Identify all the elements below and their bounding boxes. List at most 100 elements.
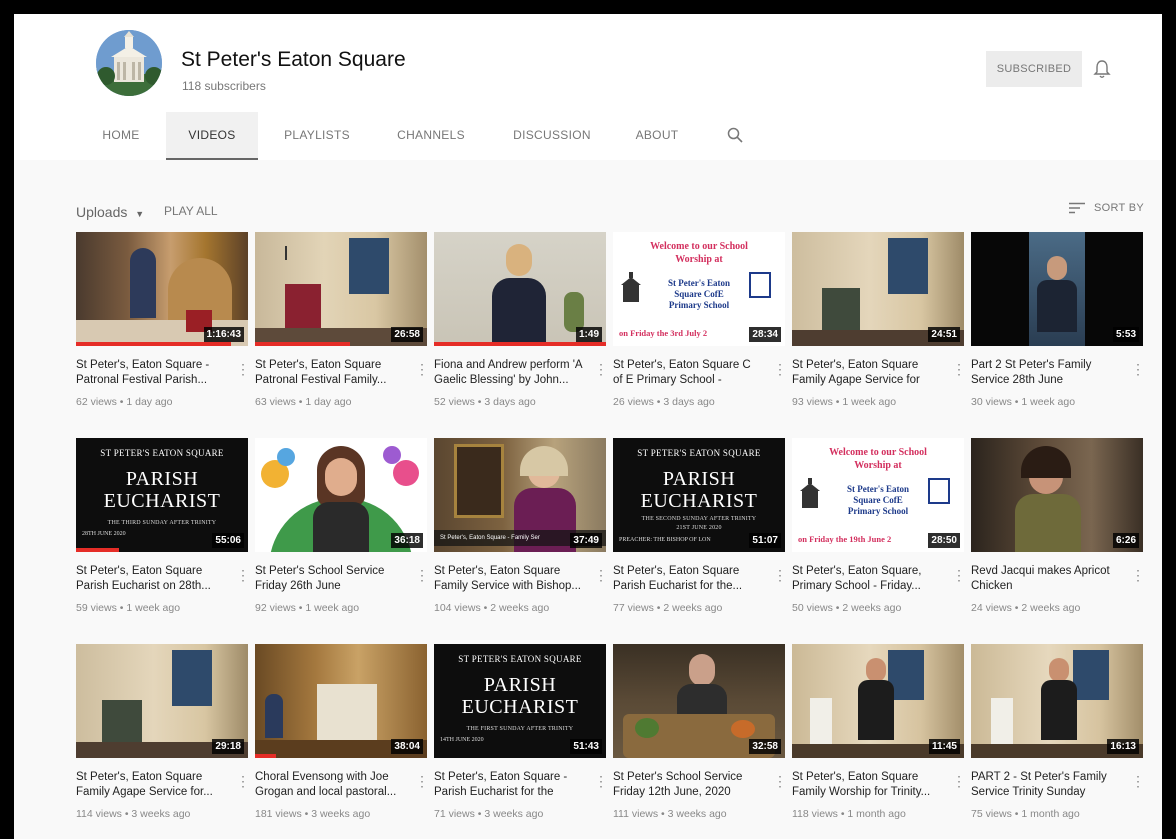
video-title[interactable]: St Peter's, Eaton Square Family Agape Se… (76, 770, 226, 800)
more-actions-icon[interactable]: ⋮ (952, 772, 966, 792)
video-thumbnail[interactable]: 5:53 (971, 232, 1143, 346)
video-card[interactable]: St Peter's, Eaton Square - Family Ser 37… (434, 438, 608, 638)
video-card[interactable]: Welcome to our School Worship at St Pete… (613, 232, 787, 432)
video-thumbnail[interactable]: Welcome to our School Worship at St Pete… (613, 232, 785, 346)
video-card[interactable]: 29:18 St Peter's, Eaton Square Family Ag… (76, 644, 250, 839)
video-card[interactable]: ST PETER'S EATON SQUARE PARISH EUCHARIST… (76, 438, 250, 638)
video-card[interactable]: 26:58 St Peter's, Eaton Square Patronal … (255, 232, 429, 432)
subscribed-button[interactable]: SUBSCRIBED (986, 51, 1082, 87)
video-card[interactable]: 1:16:43 St Peter's, Eaton Square - Patro… (76, 232, 250, 432)
video-title[interactable]: St Peter's, Eaton Square Family Service … (434, 564, 584, 594)
video-thumbnail[interactable]: 1:49 (434, 232, 606, 346)
tab-videos[interactable]: VIDEOS (166, 112, 258, 160)
video-card[interactable]: 11:45 St Peter's, Eaton Square Family Wo… (792, 644, 966, 839)
video-card[interactable]: 36:18 St Peter's School Service Friday 2… (255, 438, 429, 638)
video-meta: 63 views • 1 day ago (255, 396, 352, 408)
video-card[interactable]: ST PETER'S EATON SQUARE PARISH EUCHARIST… (613, 438, 787, 638)
notification-bell-icon[interactable] (1092, 58, 1112, 80)
video-title[interactable]: PART 2 - St Peter's Family Service Trini… (971, 770, 1121, 800)
video-title[interactable]: St Peter's, Eaton Square Patronal Festiv… (255, 358, 405, 388)
video-card[interactable]: 16:13 PART 2 - St Peter's Family Service… (971, 644, 1145, 839)
more-actions-icon[interactable]: ⋮ (236, 566, 250, 586)
video-title[interactable]: St Peter's, Eaton Square - Parish Euchar… (434, 770, 584, 800)
more-actions-icon[interactable]: ⋮ (594, 566, 608, 586)
video-title[interactable]: Part 2 St Peter's Family Service 28th Ju… (971, 358, 1121, 388)
video-card[interactable]: Welcome to our School Worship at St Pete… (792, 438, 966, 638)
more-actions-icon[interactable]: ⋮ (952, 360, 966, 380)
church-icon (800, 478, 820, 508)
more-actions-icon[interactable]: ⋮ (1131, 772, 1145, 792)
video-card[interactable]: 6:26 Revd Jacqui makes Apricot Chicken 2… (971, 438, 1145, 638)
more-actions-icon[interactable]: ⋮ (236, 360, 250, 380)
video-thumbnail[interactable]: St Peter's, Eaton Square - Family Ser 37… (434, 438, 606, 552)
duration-badge: 1:49 (575, 327, 602, 342)
video-card[interactable]: 5:53 Part 2 St Peter's Family Service 28… (971, 232, 1145, 432)
tab-about[interactable]: ABOUT (626, 112, 688, 160)
video-thumbnail[interactable]: 11:45 (792, 644, 964, 758)
video-meta: 30 views • 1 week ago (971, 396, 1076, 408)
video-thumbnail[interactable]: 1:16:43 (76, 232, 248, 346)
more-actions-icon[interactable]: ⋮ (1131, 360, 1145, 380)
video-thumbnail[interactable]: 32:58 (613, 644, 785, 758)
video-thumbnail[interactable]: 29:18 (76, 644, 248, 758)
more-actions-icon[interactable]: ⋮ (594, 772, 608, 792)
more-actions-icon[interactable]: ⋮ (773, 360, 787, 380)
video-title[interactable]: Choral Evensong with Joe Grogan and loca… (255, 770, 405, 800)
channel-search-icon[interactable] (726, 126, 744, 144)
video-title[interactable]: Revd Jacqui makes Apricot Chicken (971, 564, 1121, 594)
video-thumbnail[interactable]: 38:04 (255, 644, 427, 758)
video-card[interactable]: 24:51 St Peter's, Eaton Square Family Ag… (792, 232, 966, 432)
eucharist-word: EUCHARIST (103, 490, 221, 512)
tab-playlists[interactable]: PLAYLISTS (270, 112, 364, 160)
more-actions-icon[interactable]: ⋮ (952, 566, 966, 586)
uploads-dropdown[interactable]: Uploads ▼ (76, 204, 144, 220)
more-actions-icon[interactable]: ⋮ (773, 566, 787, 586)
tab-discussion[interactable]: DISCUSSION (502, 112, 602, 160)
video-title[interactable]: Fiona and Andrew perform 'A Gaelic Bless… (434, 358, 584, 388)
video-meta: 24 views • 2 weeks ago (971, 602, 1081, 614)
more-actions-icon[interactable]: ⋮ (415, 566, 429, 586)
duration-badge: 16:13 (1107, 739, 1139, 754)
video-title[interactable]: St Peter's, Eaton Square - Patronal Fest… (76, 358, 226, 388)
school-logo-icon (749, 272, 771, 298)
more-actions-icon[interactable]: ⋮ (594, 360, 608, 380)
uploads-label: Uploads (76, 204, 128, 220)
video-title[interactable]: St Peter's, Eaton Square, Primary School… (792, 564, 942, 594)
sort-by-button[interactable]: SORT BY (1068, 202, 1144, 214)
video-title[interactable]: St Peter's, Eaton Square Family Worship … (792, 770, 942, 800)
video-meta: 52 views • 3 days ago (434, 396, 536, 408)
sunday-subtitle: THE SECOND SUNDAY AFTER TRINITY (641, 516, 757, 522)
sunday-subtitle: THE FIRST SUNDAY AFTER TRINITY (466, 726, 574, 732)
video-title[interactable]: St Peter's, Eaton Square Parish Eucharis… (76, 564, 226, 594)
more-actions-icon[interactable]: ⋮ (773, 772, 787, 792)
tab-home[interactable]: HOME (84, 112, 158, 160)
video-thumbnail[interactable]: ST PETER'S EATON SQUARE PARISH EUCHARIST… (76, 438, 248, 552)
more-actions-icon[interactable]: ⋮ (1131, 566, 1145, 586)
video-title[interactable]: St Peter's, Eaton Square C of E Primary … (613, 358, 763, 388)
video-title[interactable]: St Peter's School Service Friday 12th Ju… (613, 770, 763, 800)
video-thumbnail[interactable]: 6:26 (971, 438, 1143, 552)
church-icon (621, 272, 641, 302)
video-thumbnail[interactable]: ST PETER'S EATON SQUARE PARISH EUCHARIST… (613, 438, 785, 552)
video-meta: 114 views • 3 weeks ago (76, 808, 191, 820)
play-all-button[interactable]: PLAY ALL (164, 204, 218, 218)
video-thumbnail[interactable]: ST PETER'S EATON SQUARE PARISH EUCHARIST… (434, 644, 606, 758)
video-thumbnail[interactable]: 16:13 (971, 644, 1143, 758)
video-thumbnail[interactable]: 36:18 (255, 438, 427, 552)
video-thumbnail[interactable]: Welcome to our School Worship at St Pete… (792, 438, 964, 552)
tab-channels[interactable]: CHANNELS (384, 112, 478, 160)
video-thumbnail[interactable]: 26:58 (255, 232, 427, 346)
video-title[interactable]: St Peter's, Eaton Square Parish Eucharis… (613, 564, 763, 594)
more-actions-icon[interactable]: ⋮ (415, 772, 429, 792)
video-card[interactable]: 32:58 St Peter's School Service Friday 1… (613, 644, 787, 839)
more-actions-icon[interactable]: ⋮ (236, 772, 250, 792)
video-card[interactable]: 1:49 Fiona and Andrew perform 'A Gaelic … (434, 232, 608, 432)
sort-by-label: SORT BY (1094, 202, 1144, 214)
video-title[interactable]: St Peter's School Service Friday 26th Ju… (255, 564, 405, 594)
video-card[interactable]: ST PETER'S EATON SQUARE PARISH EUCHARIST… (434, 644, 608, 839)
video-card[interactable]: 38:04 Choral Evensong with Joe Grogan an… (255, 644, 429, 839)
more-actions-icon[interactable]: ⋮ (415, 360, 429, 380)
channel-avatar[interactable] (96, 30, 162, 96)
video-title[interactable]: St Peter's, Eaton Square Family Agape Se… (792, 358, 942, 388)
video-thumbnail[interactable]: 24:51 (792, 232, 964, 346)
